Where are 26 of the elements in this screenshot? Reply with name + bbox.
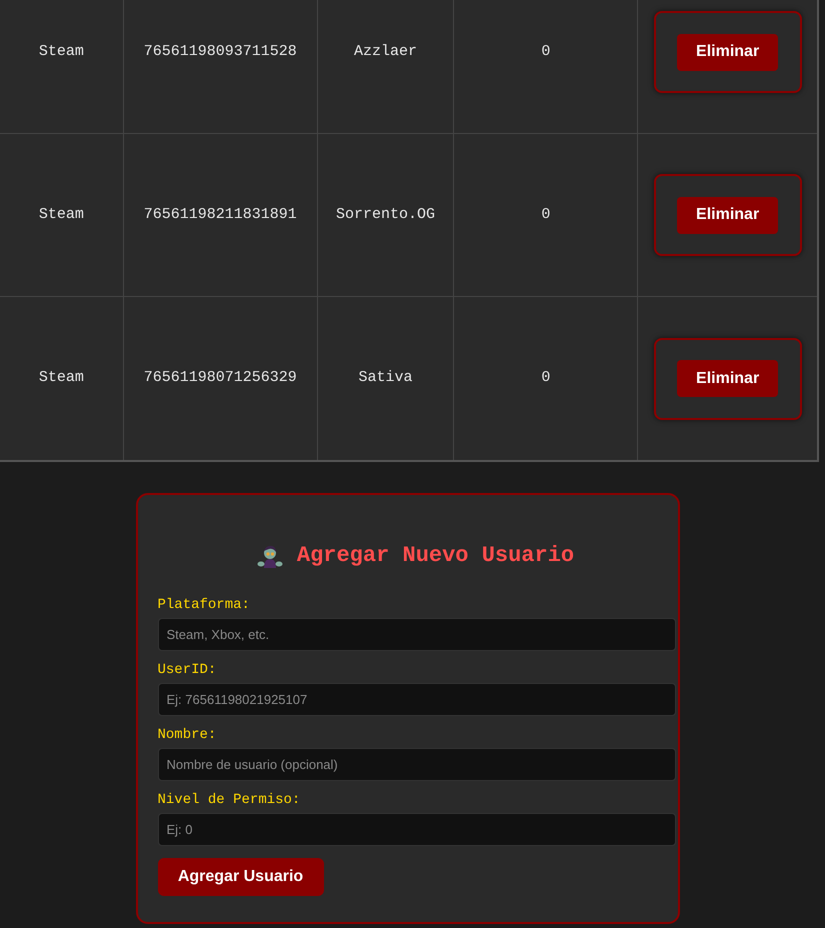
field-label: Nombre: (158, 727, 216, 743)
table-cell-text: 76561198071256329 (144, 368, 297, 388)
table-cell-text: 0 (541, 204, 550, 225)
delete-button[interactable]: Eliminar (677, 34, 778, 70)
table-cell-text: Sativa (358, 368, 413, 388)
form-title: Agregar Nuevo Usuario (296, 542, 574, 570)
table-cell-text: Steam (38, 204, 84, 225)
table-cell-text: Azzlaer (354, 42, 418, 62)
table-cell-text: 0 (541, 42, 550, 62)
input-field[interactable]: Ej: 0 (158, 813, 676, 846)
delete-button[interactable]: Eliminar (677, 196, 778, 234)
delete-button[interactable]: Eliminar (677, 360, 778, 397)
field-label: Nivel de Permiso: (158, 792, 300, 808)
table-cell-text: Steam (38, 368, 84, 388)
input-field[interactable]: Nombre de usuario (opcional) (158, 748, 676, 781)
field-label: UserID: (158, 662, 216, 678)
table-cell-text: 76561198211831891 (144, 204, 297, 225)
input-field[interactable]: Steam, Xbox, etc. (158, 618, 676, 651)
field-label: Plataforma: (158, 597, 250, 613)
table-cell-text: Sorrento.OG (336, 204, 436, 225)
add-user-button[interactable]: Agregar Usuario (158, 858, 324, 896)
zombie-icon (256, 544, 283, 568)
table-cell-text: 0 (541, 368, 550, 388)
input-field[interactable]: Ej: 76561198021925107 (158, 683, 676, 716)
table-cell-text: Steam (38, 42, 84, 62)
table-cell-text: 76561198093711528 (144, 42, 297, 62)
